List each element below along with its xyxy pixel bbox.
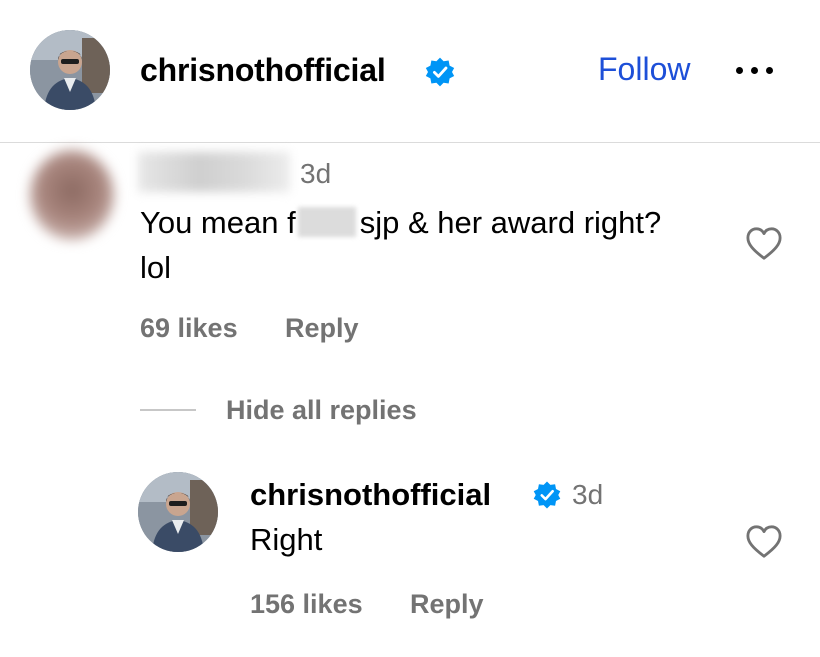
- comment-text-start: You mean f: [140, 205, 296, 240]
- profile-avatar[interactable]: [30, 30, 110, 110]
- comment-timestamp: 3d: [300, 158, 332, 189]
- verified-badge-icon: [533, 481, 561, 509]
- commenter-username-blurred[interactable]: [138, 152, 290, 192]
- replies-divider: [140, 409, 196, 411]
- censored-word: [297, 207, 356, 237]
- heart-outline-icon: [746, 525, 782, 558]
- reply-button[interactable]: Reply: [285, 311, 359, 345]
- heart-outline-icon: [746, 227, 782, 260]
- dot-icon: [751, 67, 758, 74]
- verified-badge-icon: [425, 57, 455, 87]
- post-header: chrisnothofficial Follow: [0, 0, 820, 143]
- reply-likes-count[interactable]: 156 likes: [250, 587, 363, 621]
- like-comment-button[interactable]: [745, 226, 783, 262]
- reply-text: Right: [250, 522, 323, 557]
- reply-timestamp: 3d: [572, 479, 604, 510]
- follow-button[interactable]: Follow: [598, 48, 690, 90]
- like-reply-button[interactable]: [745, 524, 783, 560]
- reply-avatar[interactable]: [138, 472, 218, 552]
- hide-replies-button[interactable]: Hide all replies: [226, 393, 417, 427]
- person-photo-icon: [30, 30, 110, 110]
- comment-text: You mean f sjp & her award right? lol: [140, 200, 700, 290]
- commenter-avatar-blurred[interactable]: [30, 150, 114, 240]
- comment-likes-count[interactable]: 69 likes: [140, 311, 238, 345]
- header-username[interactable]: chrisnothofficial: [140, 50, 386, 90]
- dot-icon: [736, 67, 743, 74]
- dot-icon: [766, 67, 773, 74]
- more-options-button[interactable]: [732, 56, 776, 84]
- reply-username[interactable]: chrisnothofficial: [250, 476, 491, 514]
- reply-to-reply-button[interactable]: Reply: [410, 587, 484, 621]
- person-photo-icon: [138, 472, 218, 552]
